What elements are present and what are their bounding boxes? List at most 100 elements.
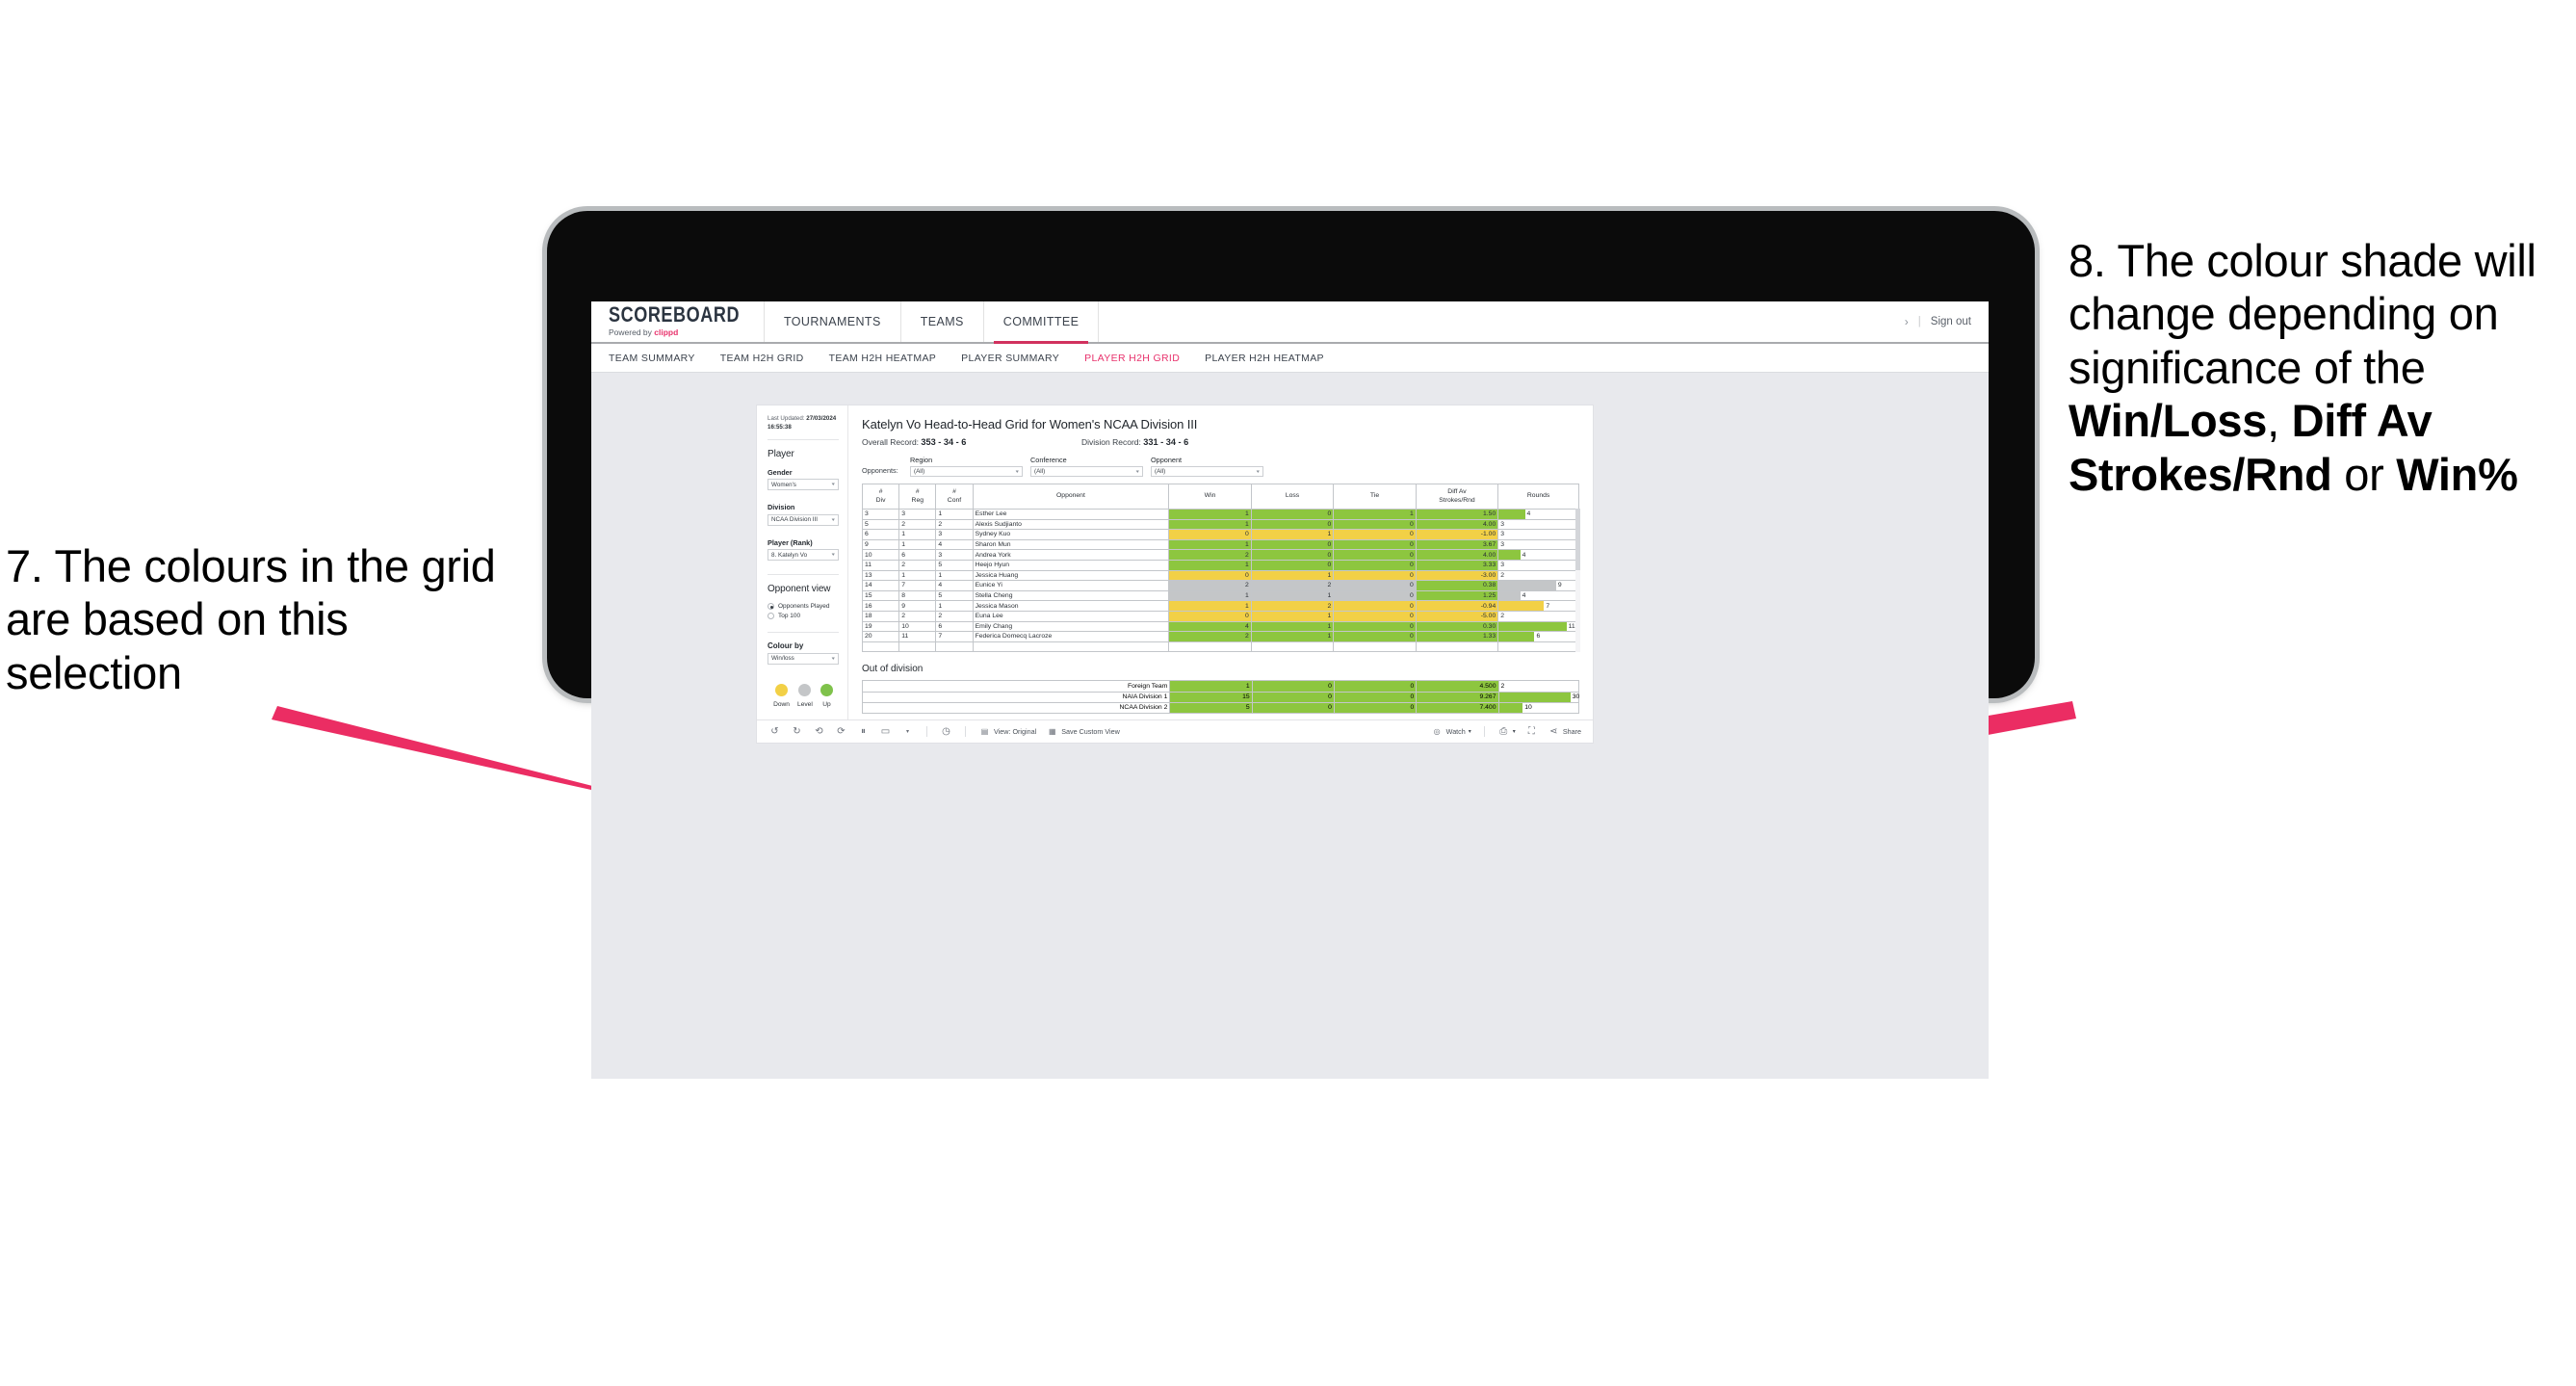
cell-rounds: 10 <box>1497 701 1579 714</box>
col-reg[interactable]: # Reg <box>898 484 937 510</box>
last-updated: Last Updated: 27/03/2024 16:55:38 <box>768 415 839 432</box>
rounds-bar <box>1498 601 1545 611</box>
cell-div: 5 <box>861 518 900 531</box>
cell-conf: 5 <box>935 589 974 602</box>
subnav-team-summary[interactable]: TEAM SUMMARY <box>609 353 695 364</box>
pause-icon[interactable]: ⏸ <box>857 726 870 737</box>
radio-opponents-played[interactable]: Opponents Played <box>768 603 839 611</box>
table-row[interactable]: 16 9 1 Jessica Mason 1 2 0 -0.94 7 <box>861 600 1579 612</box>
filter-region-select[interactable]: (All) ▾ <box>910 466 1023 477</box>
brand-logo[interactable]: SCOREBOARD Powered by clippd <box>591 301 765 342</box>
col-rounds[interactable]: Rounds <box>1497 484 1579 510</box>
cell-diff: 4.500 <box>1416 680 1499 693</box>
table-row[interactable]: 20 11 7 Federica Domecq Lacroze 2 1 0 1.33 6 <box>861 631 1579 642</box>
cell-div: 13 <box>861 569 900 582</box>
division-record: Division Record: 331 - 34 - 6 <box>1081 437 1188 447</box>
table-row[interactable]: 18 2 2 Euna Lee 0 1 0 -5.00 2 <box>861 610 1579 622</box>
chevron-right-icon[interactable]: › <box>1905 315 1909 328</box>
table-row[interactable]: 13 1 1 Jessica Huang 0 1 0 -3.00 2 <box>861 569 1579 582</box>
cell-win: 0 <box>1168 610 1252 622</box>
cell-win: 1 <box>1168 600 1252 612</box>
legend-label-up: Up <box>822 700 831 708</box>
col-tie[interactable]: Tie <box>1333 484 1417 510</box>
col-opponent[interactable]: Opponent <box>972 484 1170 510</box>
share-button[interactable]: ⋖ Share <box>1548 726 1581 737</box>
player-rank-select[interactable]: 8. Katelyn Vo ▾ <box>768 549 839 562</box>
radio-top-100[interactable]: Top 100 <box>768 613 839 620</box>
cell-diff: 4.00 <box>1415 518 1499 531</box>
account-divider: | <box>1917 316 1921 327</box>
highlight-icon[interactable]: ▭ <box>879 726 892 737</box>
colour-by-select[interactable]: Win/loss ▾ <box>768 652 839 665</box>
h2h-grid-table: # Div # Reg # Conf Opponent Win Loss Tie Di… <box>861 484 1579 653</box>
rounds-value: 2 <box>1500 571 1505 579</box>
sign-out-link[interactable]: Sign out <box>1931 316 1971 327</box>
cell-conf: 3 <box>935 549 974 561</box>
division-record-label: Division Record: <box>1081 437 1144 447</box>
col-diff-av-strokes[interactable]: Diff Av Strokes/Rnd <box>1415 484 1499 510</box>
nav-teams[interactable]: TEAMS <box>901 301 984 342</box>
table-spacer-row <box>861 641 1579 653</box>
rounds-bar-wrap: 3 <box>1498 520 1578 530</box>
refresh-icon[interactable]: ⟳ <box>835 726 847 737</box>
chevron-down-icon[interactable]: ▾ <box>901 728 914 735</box>
app-topbar: SCOREBOARD Powered by clippd TOURNAMENTS… <box>591 301 1989 344</box>
rounds-value: 9 <box>1557 582 1562 589</box>
cell-empty <box>1497 641 1579 653</box>
clock-icon[interactable]: ◷ <box>940 726 952 737</box>
table-row[interactable]: 11 2 5 Heejo Hyun 1 0 0 3.33 3 <box>861 559 1579 571</box>
filter-conference: Conference (All) ▾ <box>1030 456 1143 477</box>
cell-rounds: 4 <box>1497 589 1579 602</box>
table-row[interactable]: 3 3 1 Esther Lee 1 0 1 1.50 4 <box>861 509 1579 520</box>
table-row[interactable]: 5 2 2 Alexis Sudjianto 1 0 0 4.00 3 <box>861 518 1579 531</box>
filter-conference-label: Conference <box>1030 456 1067 464</box>
cell-div: 3 <box>861 509 900 520</box>
chevron-down-icon: ▾ <box>832 552 836 559</box>
col-loss[interactable]: Loss <box>1250 484 1335 510</box>
col-div[interactable]: # Div <box>861 484 900 510</box>
table-row[interactable]: 6 1 3 Sydney Kuo 0 1 0 -1.00 3 <box>861 529 1579 540</box>
division-select[interactable]: NCAA Division III ▾ <box>768 513 839 526</box>
table-row[interactable]: NCAA Division 2 5 0 0 7.400 10 <box>861 701 1579 714</box>
subnav-team-h2h-heatmap[interactable]: TEAM H2H HEATMAP <box>829 353 937 364</box>
table-row[interactable]: 10 6 3 Andrea York 2 0 0 4.00 4 <box>861 549 1579 561</box>
nav-tournaments-label: TOURNAMENTS <box>784 315 881 328</box>
cell-diff: 3.67 <box>1415 538 1499 551</box>
subnav-player-h2h-grid[interactable]: PLAYER H2H GRID <box>1084 353 1180 364</box>
rounds-bar-wrap: 2 <box>1498 612 1578 621</box>
rounds-bar <box>1498 581 1556 590</box>
table-row[interactable]: Foreign Team 1 0 0 4.500 2 <box>861 680 1579 693</box>
undo-icon[interactable]: ↺ <box>768 726 781 737</box>
subnav-player-h2h-heatmap[interactable]: PLAYER H2H HEATMAP <box>1205 353 1324 364</box>
col-win[interactable]: Win <box>1168 484 1252 510</box>
subnav-player-summary[interactable]: PLAYER SUMMARY <box>961 353 1059 364</box>
save-custom-view-button[interactable]: ▦ Save Custom View <box>1046 727 1120 736</box>
fullscreen-icon[interactable]: ⛶ <box>1525 726 1538 737</box>
redo-icon[interactable]: ↻ <box>791 726 803 737</box>
rounds-bar-wrap: 3 <box>1498 530 1578 539</box>
table-row[interactable]: 14 7 4 Eunice Yi 2 2 0 0.38 9 <box>861 580 1579 591</box>
table-row[interactable]: 9 1 4 Sharon Mun 1 0 0 3.67 3 <box>861 538 1579 551</box>
col-conf[interactable]: # Conf <box>935 484 974 510</box>
chevron-down-icon: ▾ <box>832 655 836 662</box>
nav-committee[interactable]: COMMITTEE <box>984 301 1100 344</box>
cell-rounds: 9 <box>1497 580 1579 591</box>
filter-conference-select[interactable]: (All) ▾ <box>1030 466 1143 477</box>
last-updated-label: Last Updated: <box>768 415 807 422</box>
watch-button[interactable]: ◎ Watch ▾ <box>1431 727 1471 736</box>
table-row[interactable]: 19 10 6 Emily Chang 4 1 0 0.30 11 <box>861 620 1579 633</box>
table-row[interactable]: NAIA Division 1 15 0 0 9.267 30 <box>861 691 1579 703</box>
gender-select[interactable]: Women's ▾ <box>768 479 839 491</box>
nav-tournaments[interactable]: TOURNAMENTS <box>765 301 901 342</box>
cell-rounds: 3 <box>1497 538 1579 551</box>
table-row[interactable]: 15 8 5 Stella Cheng 1 1 0 1.25 4 <box>861 589 1579 602</box>
revert-icon[interactable]: ⟲ <box>813 726 825 737</box>
cell-diff: -3.00 <box>1415 569 1499 582</box>
download-button[interactable]: ⎙ ▾ <box>1497 726 1516 737</box>
download-icon: ⎙ <box>1499 725 1508 737</box>
subnav-team-h2h-grid[interactable]: TEAM H2H GRID <box>720 353 804 364</box>
filter-opponent-select[interactable]: (All) ▾ <box>1151 466 1263 477</box>
grid-scrollbar-thumb[interactable] <box>1575 509 1580 570</box>
view-original-button[interactable]: ▤ View: Original <box>978 727 1037 736</box>
panel-divider-2 <box>768 574 839 576</box>
